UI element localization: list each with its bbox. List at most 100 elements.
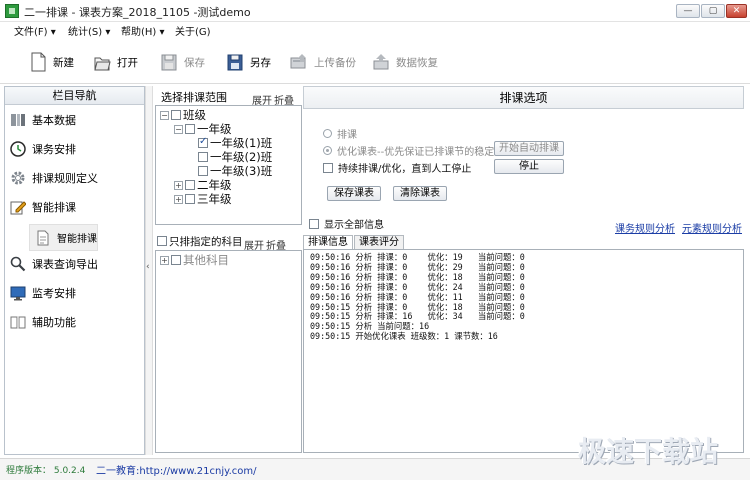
show-all-info-label: 显示全部信息: [324, 220, 384, 231]
tree-node-other-subjects[interactable]: + 其他科目: [160, 253, 229, 267]
clock-icon: [10, 141, 26, 157]
menu-stats[interactable]: 统计(S) ▾: [68, 23, 110, 38]
nav-item-auxiliary[interactable]: 辅助功能: [10, 311, 76, 333]
menu-stats-label: 统计(S): [68, 27, 103, 38]
document-icon: [36, 230, 52, 246]
radio-schedule-label: 排课: [337, 130, 357, 141]
checkbox[interactable]: [185, 194, 195, 204]
upload-server-icon: [290, 52, 308, 72]
upload-backup-label: 上传备份: [314, 56, 356, 69]
checkbox[interactable]: [171, 255, 181, 265]
window-title: 二一排课 - 课表方案_2018_1105 -测试demo: [24, 6, 251, 19]
menu-arrow-icon: ▾: [50, 27, 56, 38]
expand-toggle-icon[interactable]: +: [160, 255, 169, 265]
collapse-toggle-icon[interactable]: −: [174, 124, 183, 134]
save-as-disk-icon: [226, 52, 244, 72]
menu-about-label: 关于(G): [175, 27, 211, 38]
expand-toggle-icon[interactable]: +: [174, 194, 183, 204]
menu-bar: 文件(F) ▾ 统计(S) ▾ 帮助(H) ▾ 关于(G): [0, 22, 750, 38]
close-button[interactable]: ✕: [726, 4, 747, 18]
nav-item-invigilation[interactable]: 监考安排: [10, 282, 76, 304]
log-output: 09:50:16 分析 排课：0 优化：19 当前问题：0 09:50:16 分…: [303, 249, 744, 453]
radio-button-selected[interactable]: [323, 146, 332, 155]
open-button[interactable]: 打开: [93, 50, 138, 74]
radio-optimize-label: 优化课表--优先保证已排课节的稳定: [337, 147, 495, 158]
menu-file[interactable]: 文件(F) ▾: [14, 23, 56, 38]
checkbox[interactable]: [198, 152, 208, 162]
radio-button[interactable]: [323, 129, 332, 138]
save-schedule-button[interactable]: 保存课表: [327, 186, 381, 201]
database-icon: [10, 112, 26, 128]
expand-toggle-icon[interactable]: +: [174, 180, 183, 190]
tab-schedule-info[interactable]: 排课信息: [303, 235, 353, 250]
checkbox[interactable]: [198, 166, 208, 176]
open-folder-icon: [93, 52, 111, 72]
save-button-label: 保存: [184, 56, 205, 69]
element-analysis-link[interactable]: 元素规则分析: [682, 220, 742, 235]
save-as-button-label: 另存: [250, 56, 271, 69]
nav-label: 课表查询导出: [32, 258, 98, 271]
tab-schedule-score[interactable]: 课表评分: [354, 235, 404, 249]
tree-node-grade2[interactable]: + 二年级: [174, 178, 232, 192]
menu-arrow-icon: ▾: [159, 27, 165, 38]
gear-icon: [10, 170, 26, 186]
collapse-toggle-icon[interactable]: −: [160, 110, 169, 120]
checkbox[interactable]: [185, 124, 195, 134]
upload-backup-button[interactable]: 上传备份: [290, 50, 356, 74]
watermark: 极速下载站: [578, 435, 719, 468]
save-button[interactable]: 保存: [160, 50, 205, 74]
tree-node-grade1[interactable]: − 一年级: [174, 122, 232, 136]
collapse-arrow-icon[interactable]: ‹: [146, 262, 150, 272]
checkbox[interactable]: [309, 218, 319, 229]
tab-strip: 排课信息 课表评分: [303, 235, 405, 250]
toolbar: 新建 打开 保存 另存 上传备份 数据恢复: [0, 40, 750, 84]
nav-item-smart-scheduling[interactable]: 智能排课: [10, 196, 76, 218]
nav-item-course-arrangement[interactable]: 课务安排: [10, 138, 76, 160]
stop-button[interactable]: 停止: [494, 159, 564, 174]
nav-subitem-smart-scheduling[interactable]: 智能排课: [29, 224, 98, 251]
checkbox-checked[interactable]: [198, 136, 208, 148]
nav-label: 辅助功能: [32, 316, 76, 329]
radio-schedule[interactable]: 排课: [323, 126, 357, 141]
navigation-panel: 栏目导航 基本数据 课务安排 排课规则定义 智能排课 智能排课 课表查询导出 监…: [4, 86, 145, 455]
maximize-button[interactable]: ▢: [701, 4, 725, 18]
tree-node-grade1-class3[interactable]: 一年级(3)班: [198, 164, 272, 178]
clear-schedule-button[interactable]: 清除课表: [393, 186, 447, 201]
nav-item-rule-definition[interactable]: 排课规则定义: [10, 167, 98, 189]
checkbox[interactable]: [185, 180, 195, 190]
tree-node-grade1-class2[interactable]: 一年级(2)班: [198, 150, 272, 164]
start-auto-schedule-button[interactable]: 开始自动排课: [494, 141, 564, 156]
new-button[interactable]: 新建: [29, 50, 74, 74]
radio-optimize[interactable]: 优化课表--优先保证已排课节的稳定: [323, 143, 494, 158]
rule-analysis-link[interactable]: 课务规则分析: [615, 220, 675, 235]
options-panel: 排课选项 排课 优化课表--优先保证已排课节的稳定 持续排课/优化，直到人工停止…: [303, 86, 744, 455]
nav-item-basic-data[interactable]: 基本数据: [10, 109, 76, 131]
menu-help[interactable]: 帮助(H) ▾: [121, 23, 165, 38]
save-as-button[interactable]: 另存: [226, 50, 271, 74]
company-link[interactable]: 二一教育:http://www.21cnjy.com/: [96, 462, 257, 477]
only-subjects-option[interactable]: 只排指定的科目: [157, 234, 243, 248]
nav-label: 监考安排: [32, 287, 76, 300]
tree-node-label: 其他科目: [183, 253, 229, 267]
tree-node-class[interactable]: − 班级: [160, 108, 206, 122]
menu-file-label: 文件(F): [14, 27, 48, 38]
tree-node-grade3[interactable]: + 三年级: [174, 192, 232, 206]
minimize-button[interactable]: —: [676, 4, 700, 18]
title-bar: 二一排课 - 课表方案_2018_1105 -测试demo — ▢ ✕: [0, 0, 750, 22]
tree-node-grade1-class1[interactable]: 一年级(1)班: [198, 136, 272, 150]
nav-label: 智能排课: [32, 201, 76, 214]
class-tree: − 班级 − 一年级 一年级(1)班 一年级(2)班 一年级(3)班 + 二年级…: [155, 105, 302, 225]
navigation-title: 栏目导航: [5, 87, 144, 105]
continue-option-label: 持续排课/优化，直到人工停止: [338, 164, 472, 175]
checkbox[interactable]: [323, 162, 333, 173]
show-all-info-option[interactable]: 显示全部信息: [309, 216, 384, 231]
nav-item-schedule-query-export[interactable]: 课表查询导出: [10, 253, 98, 275]
new-button-label: 新建: [53, 56, 74, 69]
checkbox[interactable]: [171, 110, 181, 120]
continue-option[interactable]: 持续排课/优化，直到人工停止: [323, 160, 471, 175]
menu-about[interactable]: 关于(G): [175, 23, 211, 38]
data-restore-button[interactable]: 数据恢复: [372, 50, 438, 74]
subject-tree: + 其他科目: [155, 250, 302, 453]
log-line: 09:50:15 开始优化课表 班级数：1 课节数：16: [310, 331, 498, 342]
checkbox[interactable]: [157, 236, 167, 246]
